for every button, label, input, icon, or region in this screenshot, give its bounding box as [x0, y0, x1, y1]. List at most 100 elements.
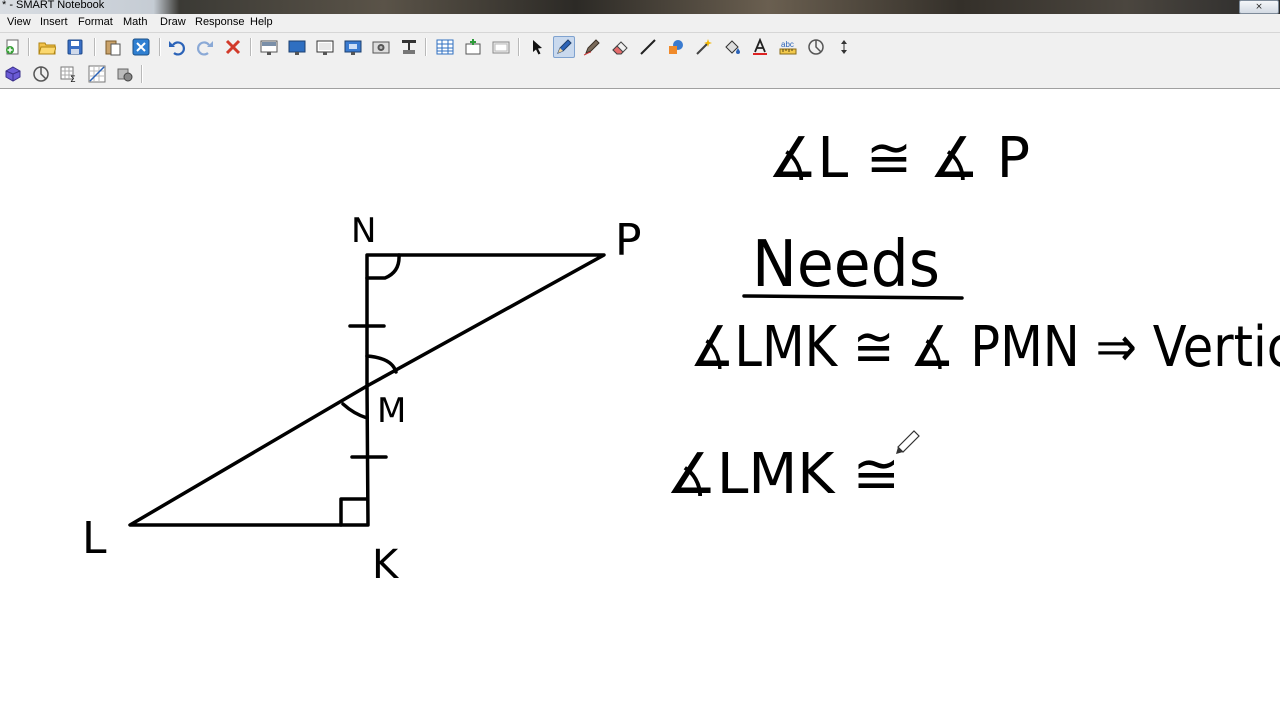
fill-icon — [725, 40, 740, 54]
table-button[interactable] — [434, 36, 456, 58]
menu-response[interactable]: Response — [195, 16, 245, 28]
insert-icon — [465, 39, 481, 55]
note-line-3: ∡LMK ≅ — [666, 442, 900, 507]
menu-draw[interactable]: Draw — [160, 16, 186, 28]
title-bar: * - SMART Notebook ⨯ — [0, 0, 1280, 14]
handwritten-notes: ∡L ≅ ∡ P Needs ∡LMK ≅ ∡ PMN ⇒ Vertic ∡LM… — [666, 126, 1280, 507]
insert-button[interactable] — [462, 36, 484, 58]
paste-icon — [105, 40, 121, 56]
measurement-button[interactable]: abc — [777, 36, 799, 58]
label-p: P — [615, 215, 642, 266]
select-icon — [533, 40, 542, 55]
shape-3d-button[interactable] — [2, 63, 24, 85]
text-button[interactable] — [749, 36, 771, 58]
main-toolbar: abc — [0, 33, 1280, 60]
redo-button[interactable] — [194, 36, 216, 58]
triangle-mlk — [128, 384, 370, 527]
pen-button[interactable] — [553, 36, 575, 58]
delete-page-button[interactable] — [130, 36, 152, 58]
whiteboard-canvas[interactable]: N P M L K ∡L ≅ ∡ P Needs ∡LMK ≅ ∡ PMN ⇒ … — [0, 89, 1280, 720]
delete-button[interactable] — [222, 36, 244, 58]
display-button[interactable] — [342, 36, 364, 58]
math-equation-button[interactable]: Σ — [58, 63, 80, 85]
screen-shade-icon — [260, 40, 278, 55]
heading-underline — [742, 294, 964, 300]
toolbar-separator — [28, 38, 30, 56]
measurement-icon: abc — [779, 40, 797, 55]
redo-icon — [197, 41, 213, 56]
note-heading: Needs — [752, 228, 940, 302]
table-icon — [436, 39, 454, 55]
protractor-button[interactable] — [30, 63, 52, 85]
open-button[interactable] — [36, 36, 58, 58]
triangle-mnp — [365, 253, 606, 388]
menu-math[interactable]: Math — [123, 16, 147, 28]
creative-pen-icon — [583, 39, 600, 56]
undo-icon — [169, 41, 185, 56]
svg-text:Σ: Σ — [70, 75, 76, 83]
paste-button[interactable] — [102, 36, 124, 58]
eraser-icon — [612, 41, 628, 55]
dual-screen-icon — [316, 40, 334, 55]
math-equation-icon: Σ — [60, 66, 76, 83]
save-button[interactable] — [64, 36, 86, 58]
move-toolbar-icon — [841, 40, 847, 54]
document-camera-button[interactable] — [398, 36, 420, 58]
close-window-button[interactable]: ⨯ — [1239, 0, 1279, 14]
full-screen-button[interactable] — [286, 36, 308, 58]
magic-pen-icon — [696, 39, 712, 55]
text-icon — [753, 38, 767, 55]
settings-button[interactable] — [114, 63, 136, 85]
menu-insert[interactable]: Insert — [40, 16, 68, 28]
menu-bar: View Insert Format Math Draw Response He… — [0, 14, 1280, 33]
ink-layer: N P M L K ∡L ≅ ∡ P Needs ∡LMK ≅ ∡ PMN ⇒ … — [82, 126, 1280, 588]
menu-help[interactable]: Help — [250, 16, 273, 28]
select-button[interactable] — [526, 36, 548, 58]
pen-icon — [557, 39, 572, 54]
undo-button[interactable] — [166, 36, 188, 58]
move-toolbar-button[interactable] — [833, 36, 855, 58]
protractor-icon — [33, 66, 49, 82]
label-m: M — [377, 391, 406, 431]
properties-button[interactable] — [490, 36, 512, 58]
screen-shade-button[interactable] — [258, 36, 280, 58]
toolbar-separator — [141, 65, 143, 83]
shapes-icon — [669, 40, 683, 54]
menu-view[interactable]: View — [7, 16, 31, 28]
settings-icon — [117, 68, 133, 82]
creative-pen-button[interactable] — [581, 36, 603, 58]
eraser-button[interactable] — [609, 36, 631, 58]
toolbar-separator — [250, 38, 252, 56]
toolbar-separator — [159, 38, 161, 56]
open-folder-icon — [38, 42, 56, 55]
note-line-2: ∡LMK ≅ ∡ PMN ⇒ Vertic — [690, 315, 1280, 380]
line-button[interactable] — [637, 36, 659, 58]
graph-icon — [88, 65, 106, 83]
capture-icon — [372, 41, 390, 54]
geometry-icon — [808, 39, 824, 55]
secondary-toolbar: Σ — [0, 60, 1280, 89]
delete-icon — [225, 39, 241, 55]
toolbar-separator — [518, 38, 520, 56]
magic-pen-button[interactable] — [693, 36, 715, 58]
right-angle-mark-k — [339, 497, 369, 527]
window-title: * - SMART Notebook — [2, 0, 105, 11]
menu-format[interactable]: Format — [78, 16, 113, 28]
angle-arc-lmk — [341, 402, 369, 420]
document-camera-icon — [402, 40, 416, 54]
capture-button[interactable] — [370, 36, 392, 58]
new-page-icon — [6, 39, 19, 55]
fill-button[interactable] — [721, 36, 743, 58]
new-page-button[interactable] — [2, 36, 24, 58]
angle-arc-pmn — [365, 354, 398, 374]
graph-button[interactable] — [86, 63, 108, 85]
dual-screen-button[interactable] — [314, 36, 336, 58]
note-line-1: ∡L ≅ ∡ P — [768, 126, 1030, 191]
svg-text:abc: abc — [781, 40, 794, 49]
line-icon — [640, 39, 656, 55]
toolbar-separator — [425, 38, 427, 56]
right-angle-mark-n — [365, 253, 401, 280]
shapes-button[interactable] — [665, 36, 687, 58]
geometry-button[interactable] — [805, 36, 827, 58]
vertex-labels: N P M L K — [82, 211, 642, 588]
